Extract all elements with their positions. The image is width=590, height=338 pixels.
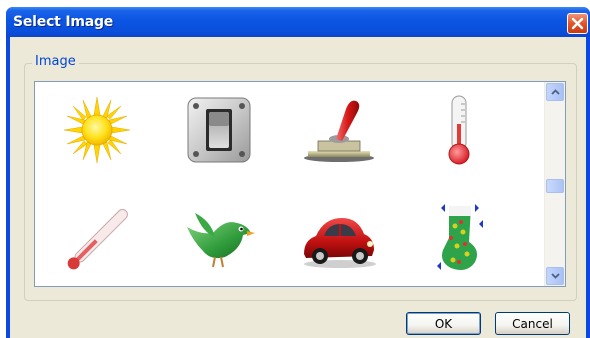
vertical-scrollbar[interactable]: [544, 82, 565, 286]
close-icon: [571, 17, 584, 30]
image-item-thermometer-diagonal[interactable]: [57, 200, 137, 280]
scroll-down-arrow-icon: [550, 273, 560, 279]
scroll-thumb[interactable]: [546, 179, 564, 193]
scroll-down-button[interactable]: [546, 267, 564, 285]
select-image-dialog: Select Image Image OK Cancel: [6, 7, 590, 338]
image-item-toggle-switch[interactable]: [179, 90, 259, 170]
christmas-stocking-icon: [437, 204, 483, 270]
image-item-sun[interactable]: [57, 90, 137, 170]
title-bar[interactable]: Select Image: [6, 7, 590, 37]
car-icon: [304, 218, 376, 268]
image-list[interactable]: [34, 81, 566, 287]
scroll-up-button[interactable]: [546, 83, 564, 101]
toggle-switch-icon: [187, 97, 251, 163]
thermometer-icon: [448, 95, 470, 165]
image-item-car[interactable]: [299, 200, 379, 280]
image-item-christmas-stocking[interactable]: [419, 200, 499, 280]
thermometer-diagonal-icon: [67, 209, 128, 270]
bird-icon: [187, 213, 255, 268]
lever-switch-icon: [304, 100, 374, 162]
image-item-lever-switch[interactable]: [299, 90, 379, 170]
dialog-client-area: Image OK Cancel: [10, 37, 586, 338]
dialog-title: Select Image: [13, 14, 114, 30]
close-button[interactable]: [567, 13, 588, 34]
image-group-label: Image: [32, 54, 79, 69]
scroll-up-arrow-icon: [550, 89, 560, 95]
image-item-thermometer[interactable]: [419, 90, 499, 170]
ok-button[interactable]: OK: [406, 312, 481, 335]
cancel-button[interactable]: Cancel: [495, 312, 570, 335]
sun-icon: [63, 96, 131, 164]
image-item-bird[interactable]: [179, 200, 259, 280]
